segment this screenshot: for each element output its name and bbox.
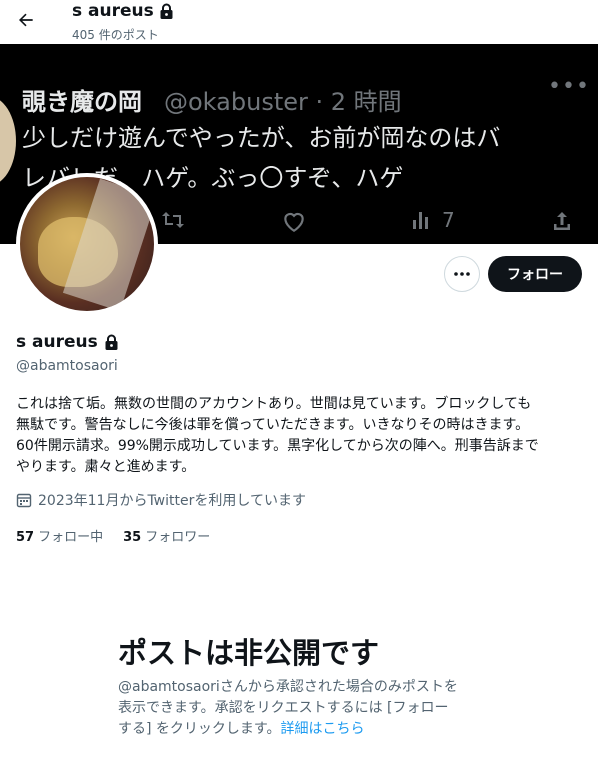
lock-icon (105, 334, 118, 350)
banner-tweet-avatar (0, 96, 16, 186)
private-desc-line: 表示できます。承認をリクエストするには [フォロー (118, 700, 449, 716)
join-date-text: 2023年11月からTwitterを利用しています (38, 493, 306, 509)
bio-line: やります。粛々と進めます。 (16, 459, 196, 475)
back-button[interactable] (12, 6, 40, 34)
retweet-icon (160, 208, 186, 232)
views-icon: 7 (410, 208, 455, 232)
profile-bio: これは捨て垢。無数の世間のアカウントあり。世間は見ています。ブロックしても 無駄… (16, 394, 588, 478)
calendar-icon (16, 493, 32, 508)
private-account-title: ポストは非公開です (118, 636, 380, 670)
display-name: s aureus (16, 332, 119, 352)
lock-icon (160, 3, 173, 19)
follow-button[interactable]: フォロー (488, 256, 582, 292)
views-count: 7 (442, 208, 455, 232)
private-desc-line: する] をクリックします。詳細はこちら (118, 719, 498, 740)
like-icon (280, 208, 308, 234)
followers-label: フォロワー (145, 530, 211, 545)
display-name-text: s aureus (16, 332, 98, 352)
bio-line: 60件開示請求。99%開示成功しています。黒字化してから次の陣へ。刑事告訴まで (16, 438, 539, 454)
join-date: 2023年11月からTwitterを利用しています (16, 490, 306, 510)
share-icon (550, 208, 574, 234)
top-bar: s aureus 405 件のポスト (0, 0, 598, 44)
header-title: s aureus (72, 1, 174, 21)
back-arrow-icon (19, 13, 33, 27)
follow-stats: 57 フォロー中 35 フォロワー (16, 526, 210, 545)
banner-more-icon: ••• (548, 74, 590, 99)
followers-count: 35 (123, 530, 142, 545)
more-button[interactable] (444, 256, 480, 292)
more-icon (454, 272, 470, 276)
post-count: 405 件のポスト (72, 28, 159, 42)
banner-tweet-author: 覗き魔の岡 (22, 88, 142, 116)
following-label: フォロー中 (38, 530, 104, 545)
banner-tweet-handle: @okabuster · 2 時間 (164, 88, 402, 116)
private-desc-line: @abamtosaoriさんから承認された場合のみポストを (118, 679, 458, 695)
following-count: 57 (16, 530, 35, 545)
private-account-description: @abamtosaoriさんから承認された場合のみポストを 表示できます。承認を… (118, 677, 498, 740)
private-desc-text: する] をクリックします。 (118, 721, 281, 737)
learn-more-link[interactable]: 詳細はこちら (281, 721, 365, 737)
following-link[interactable]: 57 フォロー中 (16, 526, 103, 545)
followers-link[interactable]: 35 フォロワー (123, 526, 210, 545)
bio-line: これは捨て垢。無数の世間のアカウントあり。世間は見ています。ブロックしても (16, 396, 532, 412)
user-handle: @abamtosaori (16, 358, 118, 374)
header-name: s aureus (72, 1, 154, 21)
banner-tweet-line: 少しだけ遊んでやったが、お前が岡なのはバ (22, 124, 501, 152)
avatar[interactable] (16, 173, 158, 315)
bio-line: 無駄です。警告なしに今後は罪を償っていただきます。いきなりその時はきます。 (16, 417, 530, 433)
